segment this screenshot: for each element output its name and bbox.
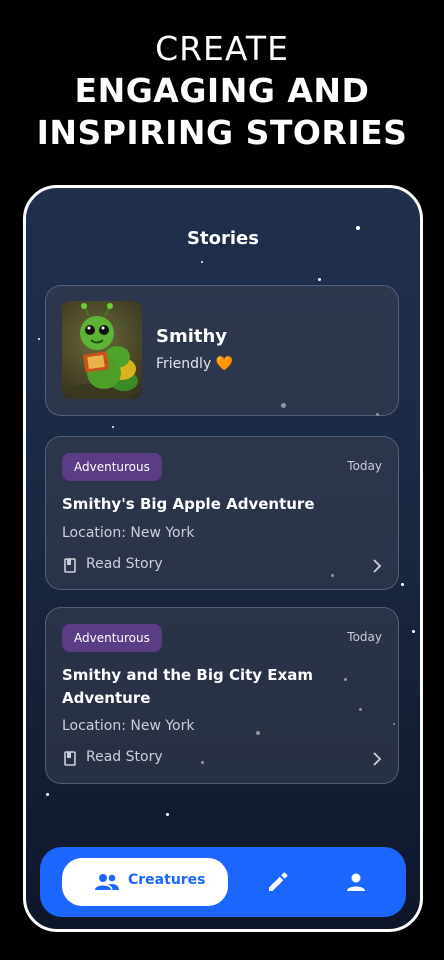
star [412,630,415,633]
bottom-navigation: Creatures [40,847,406,917]
story-location: Location: New York [62,525,195,541]
story-card[interactable]: Adventurous Today Smithy and the Big Cit… [45,607,399,784]
star [46,793,49,796]
book-icon [64,558,76,573]
story-tag-badge: Adventurous [62,453,162,481]
person-icon[interactable] [344,870,368,894]
story-date: Today [347,459,382,473]
star [318,278,321,281]
story-title: Smithy's Big Apple Adventure [62,495,315,513]
creature-trait: Friendly 🧡 [156,356,234,372]
headline-line-1: CREATE [155,29,289,68]
people-icon [95,874,119,890]
creature-card[interactable]: Smithy Friendly 🧡 [45,285,399,416]
story-date: Today [347,630,382,644]
chevron-right-icon [373,752,382,766]
read-story-button[interactable]: Read Story [62,556,382,576]
star [38,338,40,340]
tab-creatures-label: Creatures [128,872,206,888]
promo-headline: CREATE ENGAGING AND INSPIRING STORIES [0,28,444,154]
creature-avatar [62,301,142,399]
read-story-label: Read Story [86,749,163,765]
star [112,426,114,428]
caterpillar-reading-image [68,303,138,399]
story-location: Location: New York [62,718,195,734]
star [201,261,203,263]
headline-line-3: INSPIRING STORIES [36,113,408,152]
creature-name: Smithy [156,326,228,347]
book-icon [64,751,76,766]
story-tag-badge: Adventurous [62,624,162,652]
read-story-label: Read Story [86,556,163,572]
chevron-right-icon [373,559,382,573]
screen-title: Stories [187,228,259,249]
headline-line-2: ENGAGING AND [74,71,370,110]
pencil-icon[interactable] [266,870,290,894]
story-title: Smithy and the Big City Exam Adventure [62,666,313,707]
story-card[interactable]: Adventurous Today Smithy's Big Apple Adv… [45,436,399,590]
tab-creatures[interactable]: Creatures [62,858,228,906]
phone-frame: Stories Smithy Friendly 🧡 Adventurous To… [23,185,423,932]
star [401,583,404,586]
star [166,813,169,816]
read-story-button[interactable]: Read Story [62,749,382,769]
